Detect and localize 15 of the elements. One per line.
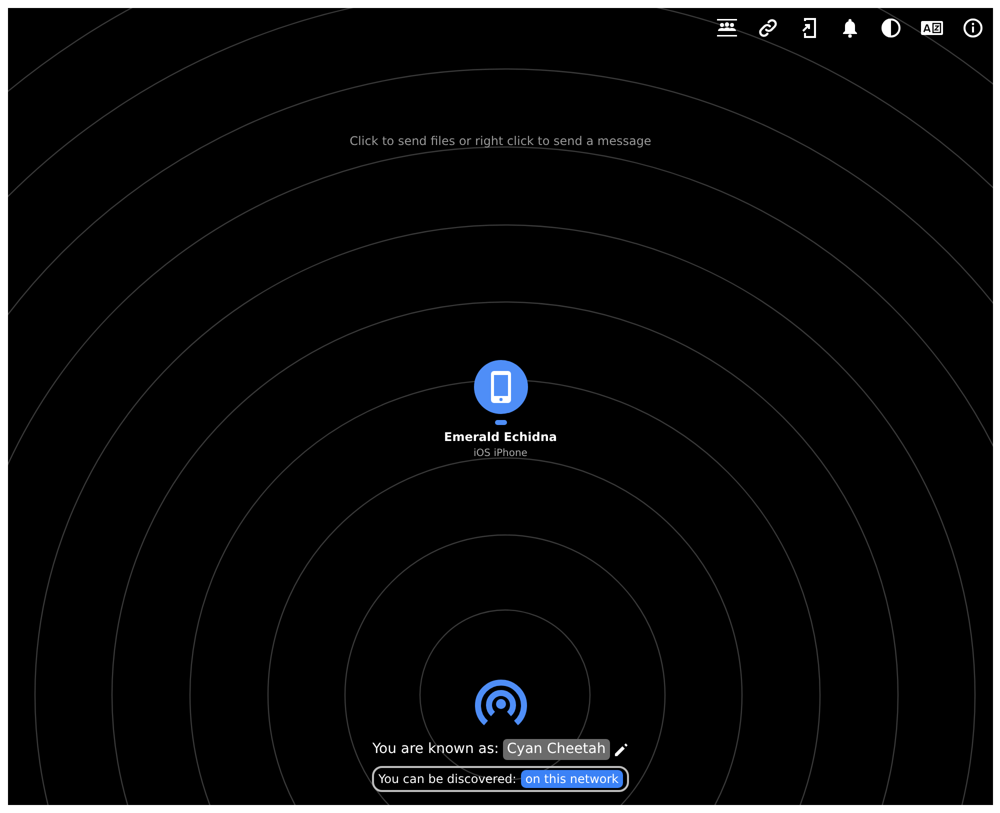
known-as-label: You are known as: bbox=[372, 740, 499, 759]
peer-name: Emerald Echidna bbox=[444, 429, 557, 446]
discovery-status-pill[interactable]: You can be discovered: on this network bbox=[372, 766, 629, 792]
instruction-text: Click to send files or right click to send a message bbox=[350, 133, 652, 150]
info-icon[interactable] bbox=[961, 16, 985, 40]
smartphone-icon bbox=[490, 371, 510, 403]
edit-pencil-icon[interactable] bbox=[614, 742, 629, 757]
status-indicator bbox=[494, 420, 506, 425]
network-scope: on this network bbox=[521, 770, 623, 788]
peer-device-type: iOS iPhone bbox=[474, 447, 528, 461]
discovery-label: You can be discovered: bbox=[378, 771, 516, 788]
device-name: Cyan Cheetah bbox=[502, 739, 610, 760]
peer-device-button[interactable] bbox=[474, 360, 528, 414]
contrast-icon[interactable] bbox=[879, 16, 903, 40]
link-icon[interactable] bbox=[756, 16, 780, 40]
